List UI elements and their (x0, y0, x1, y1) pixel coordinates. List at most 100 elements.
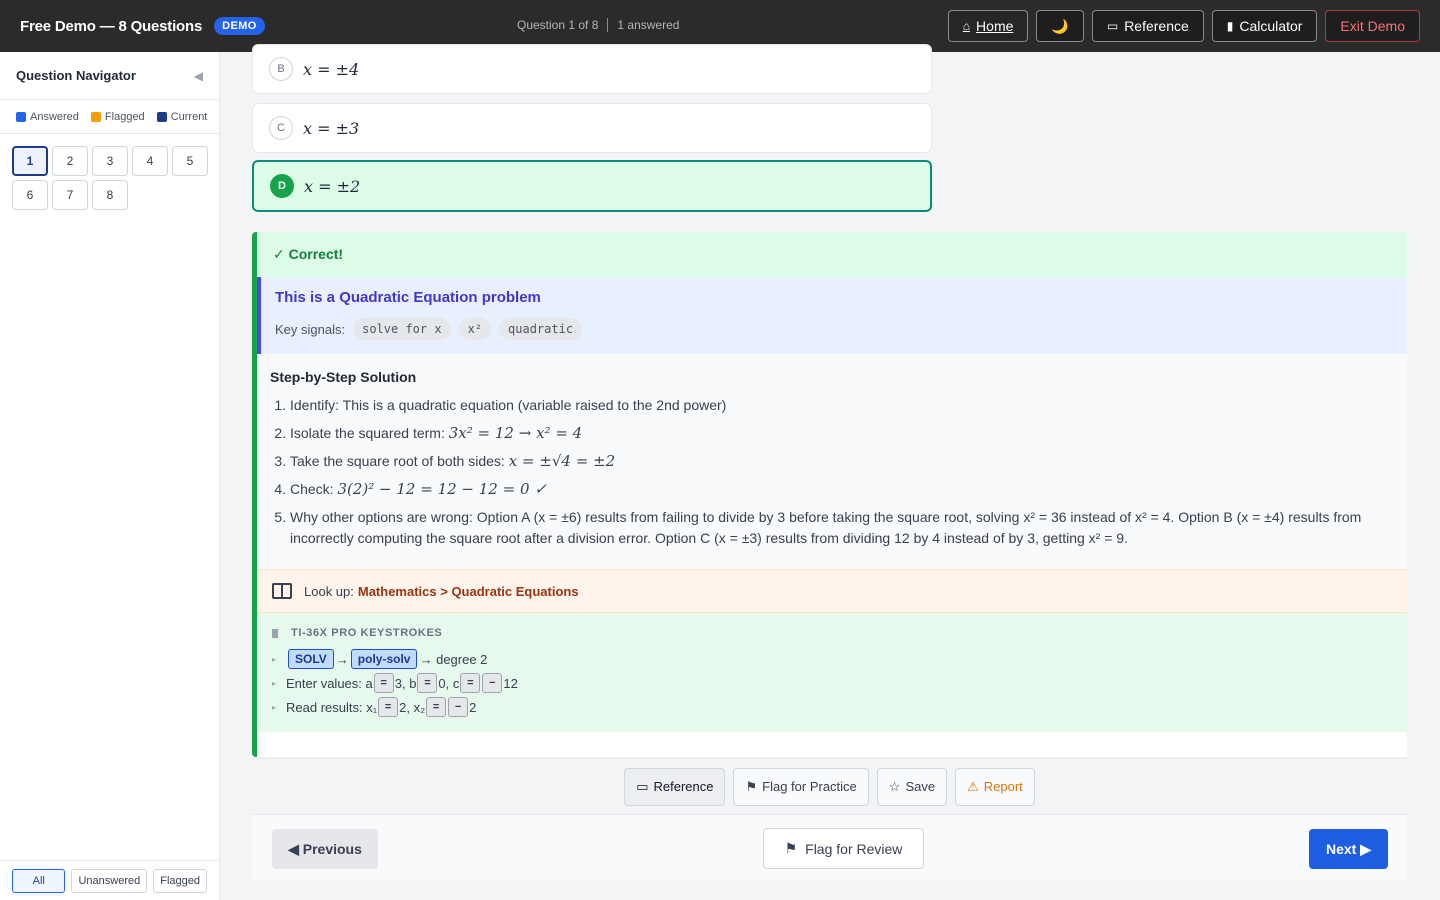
filter-flagged-button[interactable]: Flagged (153, 868, 207, 893)
answer-option-b[interactable]: B x = ±4 (252, 44, 932, 94)
next-button[interactable]: Next ▶ (1309, 829, 1388, 869)
reference-action-label: Reference (653, 779, 714, 794)
solution-step-5: Why other options are wrong: Option A (x… (290, 507, 1395, 549)
question-button-1[interactable]: 1 (12, 146, 48, 176)
keystroke-row: ▸ SOLV → poly-solv → degree 2 (272, 647, 1391, 671)
book-icon: ▭ (1106, 19, 1119, 33)
solution-step-4: Check: 3(2)² − 12 = 12 − 12 = 0 ✓ (290, 479, 1395, 500)
question-navigation: ◀ Previous ⚑ Flag for Review Next ▶ (252, 814, 1407, 880)
calculator-button[interactable]: ▮ Calculator (1211, 10, 1318, 42)
keystroke-text: 2, x₂ (399, 699, 426, 715)
answer-option-c[interactable]: C x = ±3 (252, 103, 932, 153)
keystroke-text: 12 (503, 675, 518, 691)
step-math: x = ±√4 = ±2 (508, 452, 616, 470)
question-button-3[interactable]: 3 (92, 146, 128, 176)
problem-type-title: This is a Quadratic Equation problem (275, 289, 541, 306)
key-equals: = (378, 697, 399, 717)
question-button-2[interactable]: 2 (52, 146, 88, 176)
solution-step-2: Isolate the squared term: 3x² = 12 → x² … (290, 423, 1395, 444)
book-icon: ▭ (636, 778, 649, 794)
solution-title: Step-by-Step Solution (270, 369, 417, 385)
keystroke-text: Enter values: a (286, 675, 373, 691)
answer-option-d[interactable]: D x = ±2 (252, 160, 932, 212)
step-label: Check: (290, 481, 334, 497)
answered-swatch (16, 111, 26, 122)
legend-flagged-label: Flagged (104, 110, 145, 123)
keystroke-text: 3, b (394, 675, 417, 691)
option-letter: B (269, 57, 293, 81)
app-title: Free Demo — 8 Questions (20, 17, 203, 35)
key-equals: = (417, 673, 438, 693)
signal-chip: x² (458, 318, 492, 340)
key-poly-solv: poly-solv (350, 649, 418, 669)
question-progress: Question 1 of 8 (517, 18, 599, 32)
calculator-icon: ▮ (1226, 19, 1234, 33)
reference-action-button[interactable]: ▭ Reference (624, 767, 726, 806)
calculator-icon (272, 628, 278, 638)
problem-type-box: This is a Quadratic Equation problem Key… (257, 277, 1407, 354)
question-button-7[interactable]: 7 (52, 180, 88, 210)
keystrokes-title: TI-36X PRO KEYSTROKES (291, 627, 443, 639)
report-label: Report (983, 779, 1023, 794)
question-navigator: Question Navigator ◀ Answered Flagged Cu… (0, 52, 220, 900)
keystroke-text: 2 (469, 699, 477, 715)
star-icon: ☆ (888, 778, 901, 794)
bullet-icon: ▸ (272, 654, 277, 664)
question-button-4[interactable]: 4 (132, 146, 168, 176)
key-arrow: → (335, 651, 349, 667)
current-swatch (156, 111, 167, 122)
theme-toggle-button[interactable]: 🌙 (1036, 10, 1084, 42)
keystrokes-header: TI-36X PRO KEYSTROKES (272, 627, 1391, 639)
signal-chip: quadratic (499, 318, 583, 340)
lookup-link[interactable]: Mathematics > Quadratic Equations (358, 584, 579, 599)
key-minus: − (448, 697, 469, 717)
calculator-label: Calculator (1239, 18, 1303, 34)
question-button-5[interactable]: 5 (172, 146, 208, 176)
step-math: 3x² = 12 → x² = 4 (448, 424, 583, 442)
save-button[interactable]: ☆ Save (876, 767, 948, 806)
key-equals: = (426, 697, 447, 717)
keystroke-text: Read results: x₁ (286, 699, 378, 715)
book-icon (272, 583, 292, 599)
reference-button[interactable]: ▭ Reference (1091, 10, 1204, 42)
moon-icon: 🌙 (1051, 17, 1069, 34)
option-letter: D (270, 174, 294, 198)
legend-flagged: Flagged (90, 110, 145, 123)
question-button-8[interactable]: 8 (92, 180, 128, 210)
status-divider (607, 18, 609, 32)
signal-chip: solve for x (353, 318, 451, 340)
solution-step-3: Take the square root of both sides: x = … (290, 451, 1395, 472)
filter-all-button[interactable]: All (12, 868, 66, 893)
step-label: Take the square root of both sides: (290, 453, 505, 469)
navigator-title: Question Navigator (16, 68, 136, 83)
question-grid: 1 2 3 4 5 6 7 8 (0, 134, 219, 222)
exit-demo-button[interactable]: Exit Demo (1325, 10, 1420, 42)
bullet-icon: ▸ (272, 678, 277, 688)
bullet-icon: ▸ (272, 702, 277, 712)
key-minus: − (482, 673, 503, 693)
collapse-icon[interactable]: ◀ (194, 69, 203, 83)
answered-count: 1 answered (617, 18, 680, 32)
navigator-header: Question Navigator ◀ (0, 52, 219, 100)
flag-practice-button[interactable]: ⚑ Flag for Practice (733, 767, 869, 806)
report-button[interactable]: ⚠ Report (955, 767, 1035, 806)
flag-review-button[interactable]: ⚑ Flag for Review (763, 828, 924, 869)
keystroke-list: ▸ SOLV → poly-solv → degree 2 ▸ Enter va… (272, 647, 1391, 719)
reference-label: Reference (1124, 18, 1189, 34)
legend-answered-label: Answered (30, 110, 79, 123)
solution-steps: Identify: This is a quadratic equation (… (270, 395, 1395, 549)
flag-practice-label: Flag for Practice (762, 779, 857, 794)
filter-unanswered-button[interactable]: Unanswered (71, 868, 148, 893)
keystrokes-section: TI-36X PRO KEYSTROKES ▸ SOLV → poly-solv… (257, 613, 1407, 732)
navigator-filters: All Unanswered Flagged (0, 860, 219, 900)
save-label: Save (905, 779, 936, 794)
option-letter: C (269, 116, 293, 140)
home-label: Home (976, 18, 1014, 34)
home-button[interactable]: ⌂ Home (947, 10, 1029, 42)
previous-button[interactable]: ◀ Previous (272, 829, 378, 869)
option-text: x = ±2 (304, 176, 361, 196)
key-equals: = (460, 673, 481, 693)
question-button-6[interactable]: 6 (12, 180, 48, 210)
question-main: B x = ±4 C x = ±3 D x = ±2 ✓ Correct! Th… (220, 44, 1440, 900)
flag-review-label: Flag for Review (805, 840, 903, 857)
